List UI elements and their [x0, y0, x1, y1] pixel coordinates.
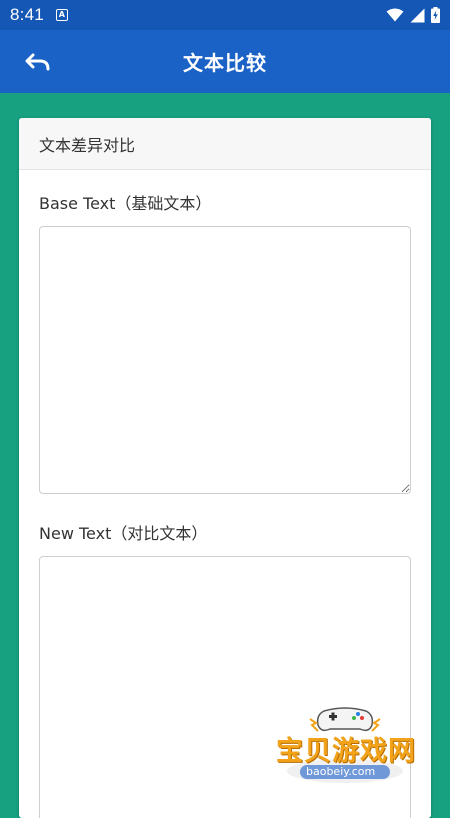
battery-charging-icon: [431, 7, 440, 23]
new-text-label: New Text（对比文本）: [39, 524, 208, 543]
base-text-input[interactable]: [39, 226, 411, 494]
app-bar: 文本比较: [0, 30, 450, 93]
diff-card: 文本差异对比 Base Text（基础文本） New Text（对比文本）: [19, 118, 431, 818]
base-text-label: Base Text（基础文本）: [39, 194, 212, 213]
card-header: 文本差异对比: [19, 118, 431, 170]
status-bar: 8:41 A: [0, 0, 450, 30]
new-text-input[interactable]: [39, 556, 411, 818]
notification-a-icon: A: [55, 9, 68, 21]
wifi-icon: [386, 8, 404, 22]
page-title: 文本比较: [183, 51, 267, 75]
cell-signal-icon: [410, 8, 425, 22]
status-icons: [386, 7, 440, 23]
status-time: 8:41: [10, 5, 44, 24]
